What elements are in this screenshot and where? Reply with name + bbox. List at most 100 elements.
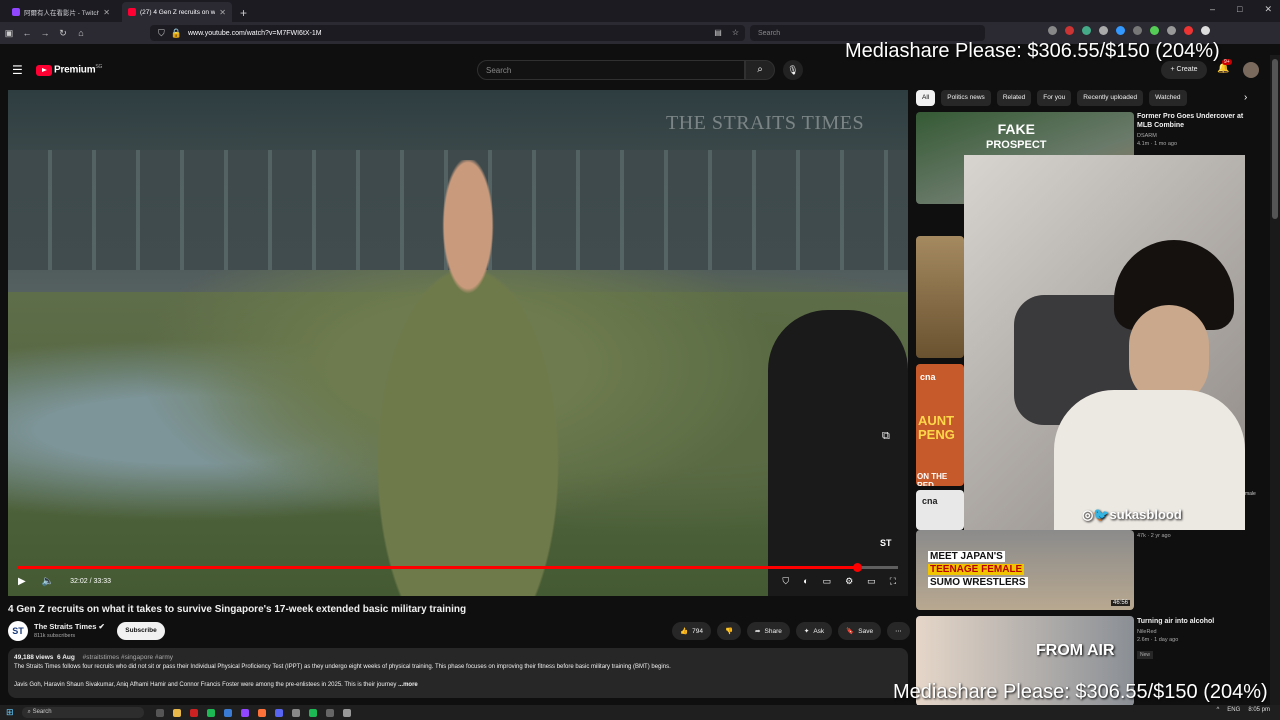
youtube-logo-icon[interactable] <box>36 65 52 76</box>
extension-icon[interactable] <box>1184 26 1193 35</box>
description-box[interactable]: 49,188 views 6 Aug #straitstimes #singap… <box>8 648 908 698</box>
scrollbar-thumb[interactable] <box>1272 59 1278 219</box>
address-bar[interactable]: ⛉ 🔒 www.youtube.com/watch?v=M7FWI6tX-1M … <box>150 25 745 41</box>
windows-start-icon[interactable]: ⊞ <box>6 707 14 718</box>
related-video-thumbnail[interactable] <box>916 236 964 358</box>
app-icon[interactable] <box>342 708 351 717</box>
miniplayer-icon[interactable]: ⧉ <box>882 430 890 443</box>
autoplay-toggle-icon[interactable]: ◐ <box>803 576 808 587</box>
new-tab-button[interactable]: + <box>240 6 247 20</box>
progress-bar[interactable] <box>18 563 898 572</box>
reload-icon[interactable]: ↻ <box>54 28 72 39</box>
extension-icon[interactable] <box>1082 26 1091 35</box>
play-icon[interactable]: ▶ <box>18 576 26 587</box>
lang-indicator[interactable]: ENG <box>1227 707 1240 713</box>
related-video-title[interactable]: Former Pro Goes Undercover at MLB Combin… <box>1137 112 1257 130</box>
chip-watched[interactable]: Watched <box>1149 90 1187 106</box>
related-video-info[interactable]: Former Pro Goes Undercover at MLB Combin… <box>1137 112 1257 147</box>
tray-chevron-icon[interactable]: ^ <box>1216 707 1219 713</box>
related-video-thumbnail[interactable]: MEET JAPAN'S TEENAGE FEMALE SUMO WRESTLE… <box>916 530 1134 610</box>
more-actions-button[interactable]: ⋯ <box>887 622 910 640</box>
volume-icon[interactable]: 🔈 <box>42 576 54 587</box>
related-video-channel[interactable]: NileRed <box>1137 629 1257 635</box>
dislike-button[interactable]: 👎 <box>716 622 742 640</box>
premium-shield-icon[interactable]: ⛉ <box>782 576 789 587</box>
extension-icon[interactable] <box>1099 26 1108 35</box>
chip-all[interactable]: All <box>916 90 936 106</box>
extension-icon[interactable] <box>1116 26 1125 35</box>
app-icon[interactable] <box>308 708 317 717</box>
app-icon[interactable] <box>172 708 181 717</box>
app-icon[interactable] <box>325 708 334 717</box>
page-scrollbar[interactable] <box>1270 55 1280 705</box>
related-video-thumbnail[interactable]: cna <box>916 490 964 530</box>
ask-button[interactable]: ✦ Ask <box>795 622 833 640</box>
extension-icon[interactable] <box>1048 26 1057 35</box>
app-icon[interactable] <box>189 708 198 717</box>
app-icon[interactable] <box>223 708 232 717</box>
sidebar-toggle-icon[interactable]: ▣ <box>0 28 18 39</box>
theater-mode-icon[interactable]: ▭ <box>867 576 876 587</box>
bookmark-icon: 🔖 <box>846 628 855 635</box>
url-text[interactable]: www.youtube.com/watch?v=M7FWI6tX-1M <box>188 30 322 37</box>
chevron-right-icon[interactable]: › <box>1244 92 1247 103</box>
related-video-info[interactable]: 47k · 2 yr ago <box>1137 531 1257 539</box>
menu-icon[interactable]: ☰ <box>12 63 23 77</box>
video-player[interactable]: THE STRAITS TIMES ⧉ ST ▶ 🔈 32:02 / 33:33… <box>8 90 908 596</box>
voice-search-button[interactable]: 🎙 <box>783 60 803 80</box>
related-video-title[interactable]: Turning air into alcohol <box>1137 617 1257 626</box>
save-button[interactable]: 🔖 Save <box>838 622 882 640</box>
related-video-thumbnail[interactable]: cna AUNT PENG ON THE RED <box>916 364 964 486</box>
channel-watermark[interactable]: ST <box>880 538 892 548</box>
close-window-button[interactable]: ✕ <box>1264 4 1272 15</box>
maximize-button[interactable]: □ <box>1237 4 1242 15</box>
youtube-premium-logo[interactable]: PremiumSG <box>54 64 102 75</box>
related-video-info[interactable]: Turning air into alcohol NileRed 2.6m · … <box>1137 617 1257 661</box>
channel-avatar[interactable]: ST <box>8 621 28 641</box>
shield-icon[interactable]: ⛉ <box>158 28 165 39</box>
app-icon[interactable] <box>206 708 215 717</box>
back-icon[interactable]: ← <box>18 28 36 38</box>
fullscreen-icon[interactable]: ⛶ <box>890 576 896 587</box>
browser-tab-youtube[interactable]: (27) 4 Gen Z recruits on what it ✕ <box>122 2 232 22</box>
account-avatar[interactable] <box>1243 62 1259 78</box>
extension-icon[interactable] <box>1133 26 1142 35</box>
browser-search-box[interactable]: Search <box>750 25 985 41</box>
like-button[interactable]: 👍 794 <box>672 622 711 640</box>
forward-icon[interactable]: → <box>36 28 54 38</box>
search-input[interactable]: Search <box>477 60 745 80</box>
hashtags[interactable]: #straitstimes #singapore #army <box>83 654 173 661</box>
chip-politics-news[interactable]: Politics news <box>941 90 991 106</box>
chip-related[interactable]: Related <box>996 90 1032 106</box>
close-tab-icon[interactable]: ✕ <box>103 8 110 17</box>
show-more-link[interactable]: ...more <box>398 682 418 688</box>
app-icon[interactable] <box>240 708 249 717</box>
channel-name[interactable]: The Straits Times ✔ <box>34 622 105 631</box>
extension-icon[interactable] <box>1065 26 1074 35</box>
browser-tab-twitch[interactable]: 阿爾有人在看影片 - Twitch ✕ <box>6 2 116 22</box>
subscribe-button[interactable]: Subscribe <box>117 622 165 640</box>
chip-for-you[interactable]: For you <box>1037 90 1072 106</box>
reader-icon[interactable]: ▤ <box>714 28 722 37</box>
share-button[interactable]: ➦ Share <box>747 622 790 640</box>
bookmark-star-icon[interactable]: ☆ <box>732 28 739 37</box>
create-button[interactable]: + Create <box>1161 61 1207 79</box>
related-video-channel[interactable]: DSARM <box>1137 133 1257 139</box>
extension-icon[interactable] <box>1150 26 1159 35</box>
close-tab-icon[interactable]: ✕ <box>219 8 226 17</box>
settings-gear-icon[interactable]: ⚙ <box>845 576 853 587</box>
taskbar-search[interactable]: ⌕ Search <box>21 707 144 718</box>
extension-icon[interactable] <box>1201 26 1210 35</box>
app-icon[interactable] <box>155 708 164 717</box>
app-icon[interactable] <box>274 708 283 717</box>
subtitles-icon[interactable]: ▭ <box>823 576 832 587</box>
home-icon[interactable]: ⌂ <box>72 28 90 38</box>
search-button[interactable]: ⌕ <box>745 60 775 80</box>
app-icon[interactable] <box>291 708 300 717</box>
clock[interactable]: 8:05 pm <box>1248 707 1270 713</box>
app-icon[interactable] <box>257 708 266 717</box>
lock-icon[interactable]: 🔒 <box>171 28 182 39</box>
minimize-button[interactable]: – <box>1210 4 1215 15</box>
extension-icon[interactable] <box>1167 26 1176 35</box>
chip-recently-uploaded[interactable]: Recently uploaded <box>1077 90 1144 106</box>
